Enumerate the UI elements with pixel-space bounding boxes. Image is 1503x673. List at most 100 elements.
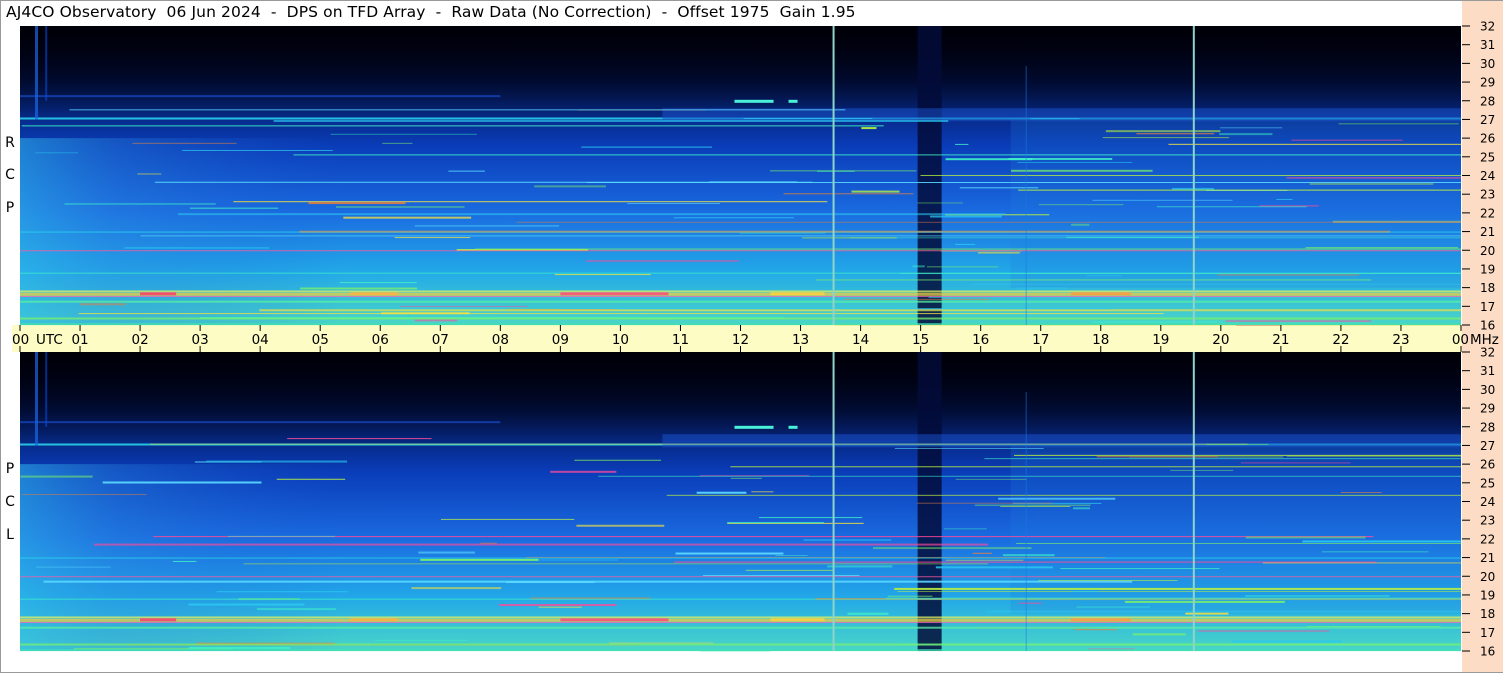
rfi-line [1340, 492, 1382, 494]
rfi-line [608, 642, 714, 644]
rfi-line [1156, 206, 1307, 208]
rfi-line [917, 202, 963, 204]
rfi-line [554, 274, 651, 276]
band-line [20, 649, 1461, 652]
rfi-line [216, 591, 348, 593]
rfi-line [912, 265, 925, 268]
rfi-line [1245, 536, 1366, 539]
rfi-line [516, 221, 1461, 223]
freq-tick-label: 30 [1480, 383, 1495, 397]
rfi-line [745, 569, 833, 571]
rfi-line [920, 174, 1461, 176]
panel-bottom-pol-letter: C [5, 494, 15, 510]
time-tick-label: 18 [1092, 332, 1109, 348]
rfi-line [1016, 542, 1461, 544]
utc-unit-label: UTC [36, 332, 63, 348]
freq-tick-label: 25 [1480, 150, 1495, 164]
time-tick-label: 11 [672, 332, 689, 348]
rfi-line [189, 207, 279, 209]
rfi-line [339, 282, 417, 284]
rfi-line [696, 491, 747, 494]
hot-spot [350, 292, 399, 296]
freq-tick-label: 24 [1480, 495, 1495, 509]
rfi-line [1276, 198, 1293, 200]
rfi-line [1105, 130, 1221, 133]
band-28mhz-trace [20, 421, 501, 424]
rfi-line [374, 639, 468, 641]
rfi-line [759, 517, 863, 519]
spectrogram-chart: 16 17 18 19 20 21 22 23 24 25 26 27 28 29 30 31 32 16 17 18… [12, 20, 1499, 659]
rfi-line [1092, 321, 1218, 323]
rfi-line [273, 119, 949, 122]
time-tick-label: 21 [1272, 332, 1289, 348]
vertical-streak [45, 352, 48, 427]
rfi-line [887, 595, 933, 597]
freq-tick-label: 30 [1480, 57, 1495, 71]
rfi-line [727, 522, 824, 524]
freq-axis-top: 16 17 18 19 20 21 22 23 24 25 26 27 28 29 30 31 32 [1462, 20, 1495, 333]
rfi-line [94, 543, 989, 546]
time-marker-line [1192, 352, 1195, 651]
rfi-line [847, 612, 889, 615]
rfi-line [1338, 123, 1459, 125]
hot-spot [1070, 618, 1131, 622]
rfi-line [598, 475, 1461, 477]
freq-tick-label: 16 [1480, 319, 1495, 333]
rfi-line [783, 193, 914, 195]
freq-tick-label: 24 [1480, 169, 1495, 183]
rfi-line [414, 319, 458, 322]
rfi-line [499, 603, 617, 606]
rfi-line [287, 438, 432, 440]
rfi-line [827, 565, 893, 568]
rfi-line [137, 173, 162, 175]
rfi-line [1309, 183, 1434, 185]
rfi-line [894, 587, 1461, 590]
rfi-line [581, 146, 712, 148]
rfi-line [35, 152, 79, 154]
rfi-line [1302, 540, 1461, 543]
rfi-line [1011, 169, 1153, 172]
freq-tick-label: 28 [1480, 420, 1495, 434]
rfi-line [64, 203, 216, 205]
rfi-line [1168, 143, 1461, 145]
rfi-line [751, 491, 774, 493]
upper-dark-region [20, 26, 1461, 120]
freq-tick-label: 29 [1480, 76, 1495, 90]
rfi-line [256, 608, 336, 611]
rfi-line [1286, 177, 1461, 179]
vertical-streak [1025, 66, 1027, 325]
rfi-line [475, 248, 1462, 251]
rfi-line [420, 558, 539, 561]
band-line [20, 557, 1461, 559]
rfi-line [1206, 443, 1269, 445]
freq-tick-label: 27 [1480, 439, 1495, 453]
vertical-streak [35, 26, 39, 120]
rfi-line [1000, 506, 1071, 508]
signal-dash [788, 99, 798, 103]
band-line [20, 622, 1461, 624]
rfi-line [1074, 629, 1118, 631]
time-tick-label: 16 [972, 332, 989, 348]
rfi-line [998, 497, 1116, 500]
freq-tick-label: 18 [1480, 607, 1495, 621]
time-tick-label: 02 [131, 332, 148, 348]
band-line [20, 626, 1461, 629]
rfi-line [153, 536, 1374, 538]
rfi-line [1030, 118, 1080, 120]
rfi-line [343, 216, 472, 219]
rfi-line [206, 460, 348, 463]
rfi-line [977, 252, 1020, 254]
freq-tick-label: 26 [1480, 132, 1495, 146]
rfi-line [1259, 205, 1319, 207]
rfi-line [730, 477, 762, 479]
rfi-line [1008, 157, 1113, 160]
rfi-line [177, 213, 1006, 216]
rfi-line [418, 551, 475, 554]
signal-dash [734, 99, 774, 103]
rfi-line [1124, 600, 1285, 603]
rfi-line [1038, 204, 1124, 206]
time-tick-label: 06 [372, 332, 389, 348]
panel-bottom: 1617181920212223242526272829303132 [20, 346, 1495, 659]
time-tick-label: 10 [612, 332, 629, 348]
rfi-line [916, 502, 1053, 504]
